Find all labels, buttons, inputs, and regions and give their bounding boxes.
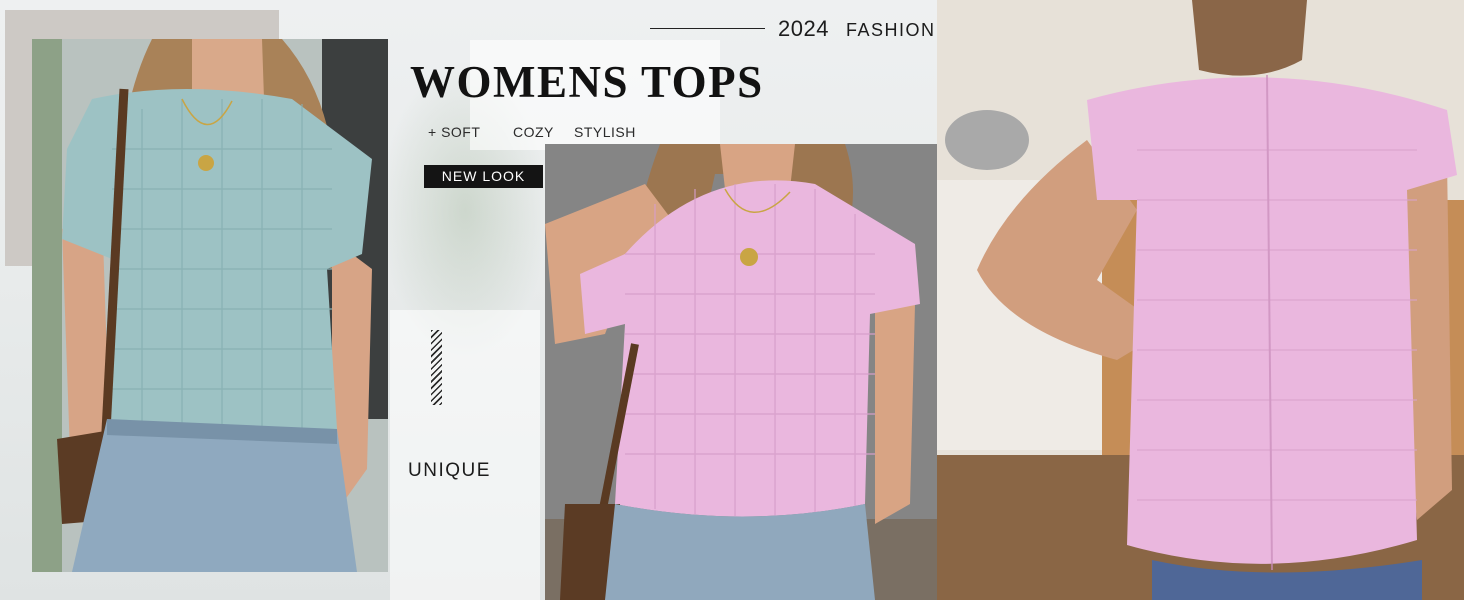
background-panel xyxy=(390,310,540,600)
product-photo-pink-top-front xyxy=(545,144,937,600)
feature-cozy: COZY xyxy=(513,124,554,140)
unique-label: UNIQUE xyxy=(408,460,491,481)
model-back-view-illustration xyxy=(937,0,1464,600)
feature-soft: + SOFT xyxy=(428,124,481,140)
model-pink-top-illustration xyxy=(545,144,937,600)
hatch-decoration xyxy=(431,330,442,405)
page-title: WOMENS TOPS xyxy=(410,57,764,107)
product-photo-blue-top xyxy=(32,39,388,572)
product-photo-pink-top-back xyxy=(937,0,1464,600)
fashion-label: FASHION xyxy=(846,20,936,40)
model-blue-top-illustration xyxy=(32,39,388,572)
new-look-badge: NEW LOOK xyxy=(424,165,543,188)
decorative-rule xyxy=(650,28,765,29)
feature-stylish: STYLISH xyxy=(574,124,636,140)
year-label: 2024 xyxy=(778,16,829,41)
